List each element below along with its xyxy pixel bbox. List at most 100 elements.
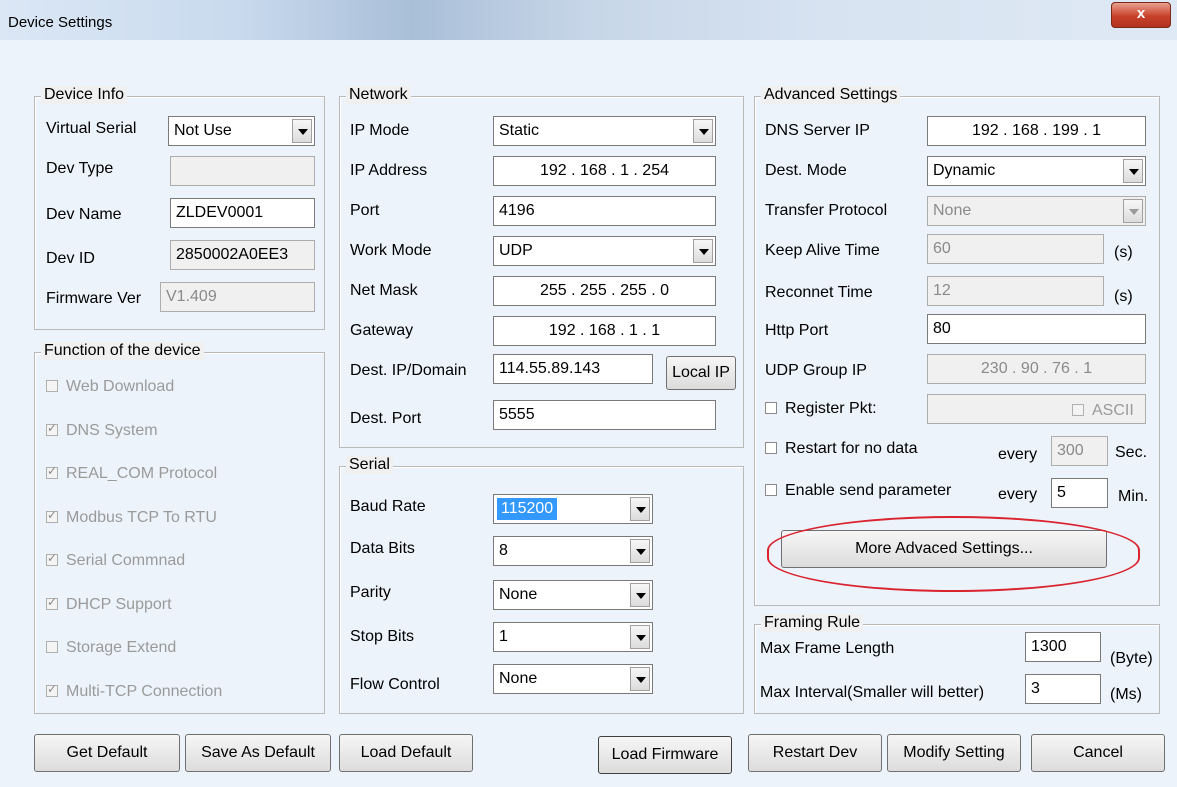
- reconnect-time-unit: (s): [1114, 288, 1133, 305]
- ip-mode-label: IP Mode: [350, 122, 410, 139]
- dest-mode-label: Dest. Mode: [765, 162, 847, 179]
- checkbox-icon: [46, 641, 58, 653]
- function-item: DNS System: [46, 421, 158, 440]
- dest-ip-field[interactable]: 114.55.89.143: [493, 354, 653, 384]
- chevron-down-icon[interactable]: [1123, 159, 1143, 183]
- ip-mode-value: Static: [499, 122, 540, 139]
- dest-port-label: Dest. Port: [350, 410, 422, 427]
- chevron-down-icon[interactable]: [693, 239, 713, 263]
- udp-group-label: UDP Group IP: [765, 362, 867, 379]
- keep-alive-field: 60: [927, 234, 1104, 264]
- chevron-down-icon: [1123, 199, 1143, 223]
- dev-name-field[interactable]: ZLDEV0001: [170, 198, 315, 228]
- modify-setting-button[interactable]: Modify Setting: [887, 734, 1021, 772]
- baud-rate-value: 115200: [497, 498, 558, 520]
- close-icon: x: [1136, 5, 1146, 22]
- function-item-label: DHCP Support: [66, 595, 172, 613]
- chevron-down-icon[interactable]: [292, 119, 312, 143]
- checkbox-icon[interactable]: [765, 442, 777, 454]
- checkbox-checked-icon: [46, 551, 58, 566]
- checkbox-checked-icon: [46, 595, 58, 610]
- function-group: Function of the device: [34, 342, 325, 714]
- data-bits-select[interactable]: 8: [493, 536, 653, 566]
- dest-ip-label: Dest. IP/Domain: [350, 362, 467, 379]
- function-item-label: Web Download: [66, 378, 175, 395]
- chevron-down-icon[interactable]: [693, 119, 713, 143]
- function-item-label: DNS System: [66, 421, 158, 439]
- enable-send-param-label: Enable send parameter: [785, 482, 952, 499]
- flow-control-select[interactable]: None: [493, 664, 653, 694]
- stop-bits-select[interactable]: 1: [493, 622, 653, 652]
- save-as-default-button[interactable]: Save As Default: [185, 734, 331, 772]
- parity-select[interactable]: None: [493, 580, 653, 610]
- close-button[interactable]: x: [1111, 2, 1171, 28]
- reconnect-time-field: 12: [927, 276, 1104, 306]
- checkbox-icon[interactable]: [765, 484, 777, 496]
- work-mode-select[interactable]: UDP: [493, 236, 716, 266]
- advanced-settings-legend: Advanced Settings: [761, 86, 901, 104]
- dest-mode-select[interactable]: Dynamic: [927, 156, 1146, 186]
- transfer-protocol-value: None: [933, 202, 972, 219]
- max-frame-unit: (Byte): [1110, 650, 1153, 667]
- firmware-field: V1.409: [160, 282, 315, 312]
- http-port-field[interactable]: 80: [927, 314, 1146, 344]
- window-title: Device Settings: [8, 14, 113, 31]
- stop-bits-label: Stop Bits: [350, 628, 415, 645]
- function-item: DHCP Support: [46, 595, 172, 614]
- register-pkt-checkbox[interactable]: Register Pkt:: [765, 400, 877, 418]
- dev-type-field: [170, 156, 315, 186]
- load-default-button[interactable]: Load Default: [339, 734, 473, 772]
- restart-no-data-label: Restart for no data: [785, 440, 918, 457]
- ip-mode-select[interactable]: Static: [493, 116, 716, 146]
- dev-type-label: Dev Type: [46, 160, 114, 177]
- function-item: Storage Extend: [46, 639, 176, 657]
- restart-dev-button[interactable]: Restart Dev: [748, 734, 882, 772]
- network-group: Network: [339, 86, 744, 448]
- function-item-label: REAL_COM Protocol: [66, 465, 218, 482]
- dns-server-field[interactable]: 192 . 168 . 199 . 1: [927, 116, 1146, 146]
- max-frame-field[interactable]: 1300: [1025, 632, 1101, 662]
- ascii-label: ASCII: [1092, 402, 1134, 419]
- framing-rule-legend: Framing Rule: [761, 614, 864, 632]
- function-item-label: Serial Commnad: [66, 552, 186, 569]
- enable-send-param-checkbox[interactable]: Enable send parameter: [765, 482, 951, 500]
- ascii-checkbox: ASCII: [1072, 402, 1134, 420]
- max-interval-field[interactable]: 3: [1025, 674, 1101, 704]
- dev-name-label: Dev Name: [46, 206, 122, 223]
- data-bits-label: Data Bits: [350, 540, 415, 557]
- restart-unit: Sec.: [1115, 444, 1148, 461]
- gateway-field[interactable]: 192 . 168 . 1 . 1: [493, 316, 716, 346]
- restart-no-data-checkbox[interactable]: Restart for no data: [765, 440, 918, 458]
- chevron-down-icon[interactable]: [630, 667, 650, 691]
- baud-rate-select[interactable]: 115200: [493, 494, 653, 524]
- chevron-down-icon[interactable]: [630, 583, 650, 607]
- chevron-down-icon[interactable]: [630, 539, 650, 563]
- load-firmware-button[interactable]: Load Firmware: [598, 736, 732, 774]
- cancel-button[interactable]: Cancel: [1031, 734, 1165, 772]
- net-mask-field[interactable]: 255 . 255 . 255 . 0: [493, 276, 716, 306]
- virtual-serial-select[interactable]: Not Use: [168, 116, 315, 146]
- port-field[interactable]: 4196: [493, 196, 716, 226]
- parity-label: Parity: [350, 584, 391, 601]
- ip-address-field[interactable]: 192 . 168 . 1 . 254: [493, 156, 716, 186]
- transfer-protocol-select: None: [927, 196, 1146, 226]
- chevron-down-icon[interactable]: [630, 497, 650, 521]
- highlight-annotation: [767, 516, 1140, 592]
- ip-address-label: IP Address: [350, 162, 428, 179]
- flow-control-value: None: [499, 670, 538, 687]
- function-item: REAL_COM Protocol: [46, 464, 218, 483]
- get-default-button[interactable]: Get Default: [34, 734, 180, 772]
- checkbox-icon[interactable]: [765, 402, 777, 414]
- checkbox-icon: [46, 380, 58, 392]
- data-bits-value: 8: [499, 542, 508, 559]
- title-bar: Device Settings x: [0, 0, 1177, 40]
- enable-interval-field[interactable]: 5: [1051, 478, 1108, 508]
- flow-control-label: Flow Control: [350, 676, 440, 693]
- checkbox-checked-icon: [46, 682, 58, 697]
- register-pkt-label: Register Pkt:: [785, 400, 877, 417]
- dest-port-field[interactable]: 5555: [493, 400, 716, 430]
- local-ip-button[interactable]: Local IP: [666, 356, 736, 390]
- gateway-label: Gateway: [350, 322, 414, 339]
- keep-alive-label: Keep Alive Time: [765, 242, 880, 259]
- chevron-down-icon[interactable]: [630, 625, 650, 649]
